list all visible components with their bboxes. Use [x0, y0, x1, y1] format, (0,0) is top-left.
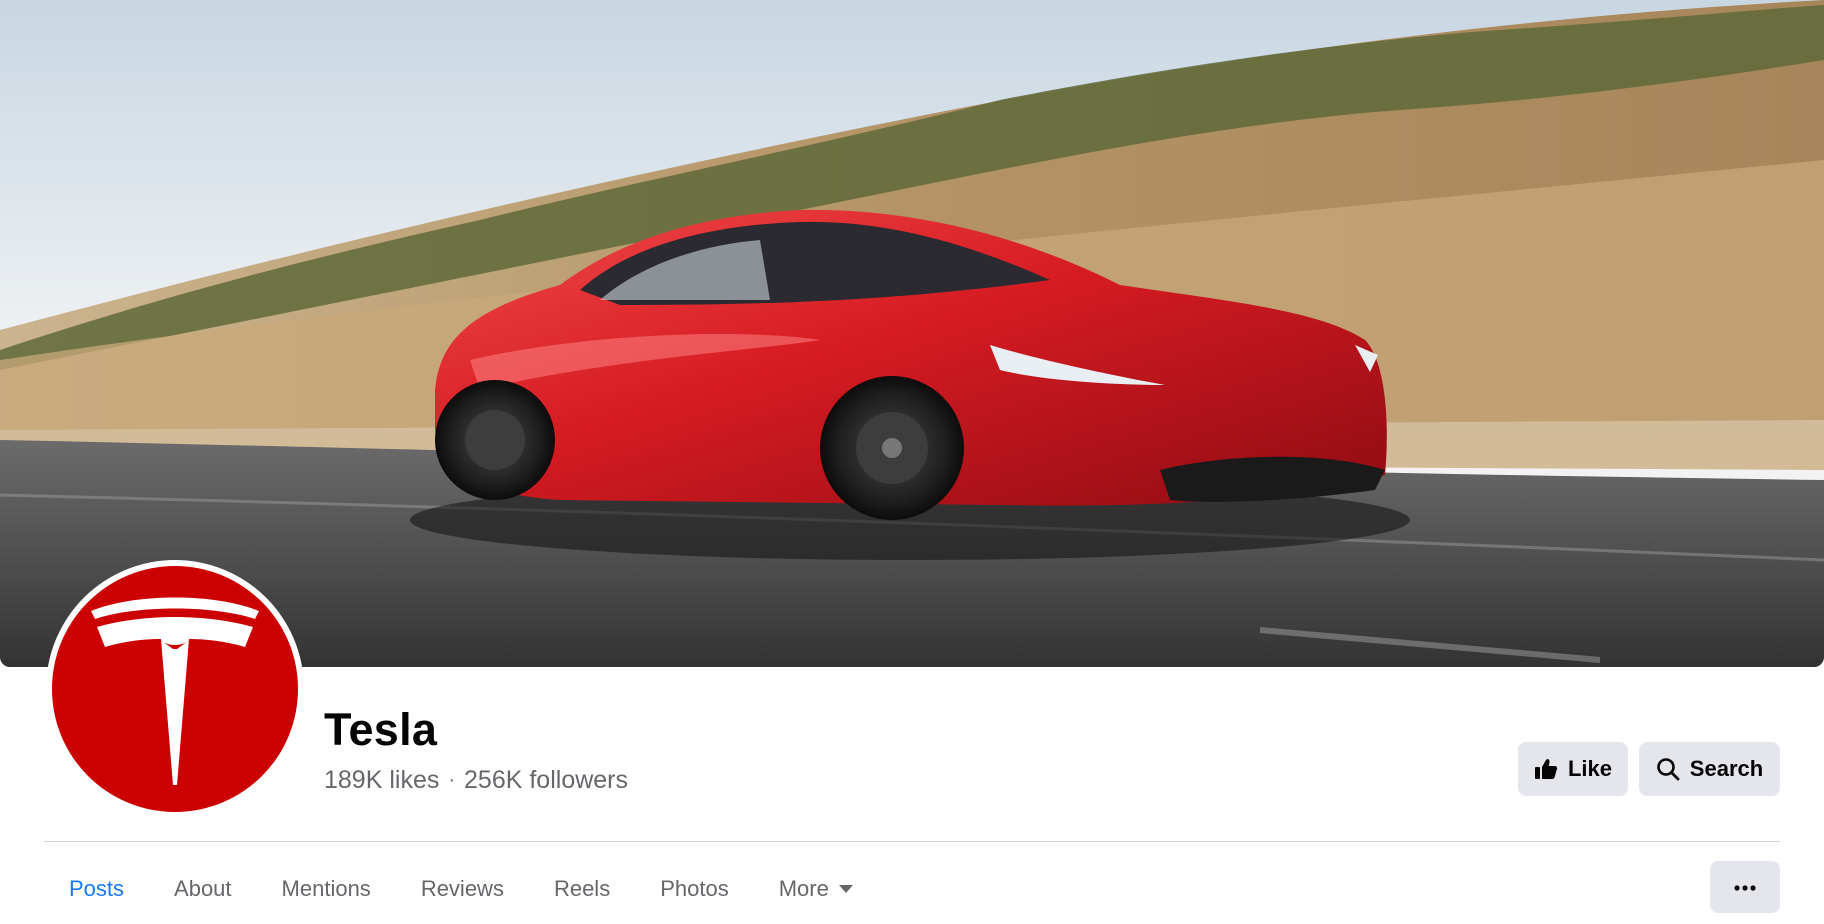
tab-label: Posts — [69, 876, 125, 901]
search-button[interactable]: Search — [1639, 742, 1780, 796]
tab-label: Reels — [553, 876, 611, 901]
followers-count[interactable]: 256K followers — [464, 766, 628, 795]
tesla-logo-avatar — [52, 566, 298, 812]
page-stats: 189K likes · 256K followers — [324, 766, 628, 795]
tab-more[interactable]: More — [754, 860, 878, 918]
like-button[interactable]: Like — [1518, 742, 1628, 796]
thumbs-up-icon — [1534, 757, 1558, 781]
more-options-button[interactable] — [1710, 861, 1780, 913]
tab-label: More — [778, 876, 829, 901]
profile-divider — [44, 841, 1780, 842]
profile-picture[interactable] — [46, 560, 304, 818]
caret-down-icon — [838, 885, 853, 893]
like-button-label: Like — [1567, 756, 1613, 781]
tab-label: Reviews — [420, 876, 504, 901]
tab-posts[interactable]: Posts — [44, 860, 149, 918]
page-title: Tesla — [324, 704, 438, 755]
ellipsis-icon — [1734, 878, 1756, 896]
tab-photos[interactable]: Photos — [635, 860, 754, 918]
cover-image — [0, 0, 1824, 667]
tab-label: About — [174, 876, 232, 901]
tesla-logo-icon — [91, 597, 259, 785]
tab-label: Photos — [660, 876, 729, 901]
tab-mentions[interactable]: Mentions — [257, 860, 396, 918]
stats-separator: · — [448, 769, 456, 791]
tab-reviews[interactable]: Reviews — [396, 860, 529, 918]
search-button-label: Search — [1689, 756, 1764, 781]
tab-label: Mentions — [281, 876, 371, 901]
search-icon — [1656, 757, 1680, 781]
likes-count[interactable]: 189K likes — [324, 766, 439, 795]
tab-reels[interactable]: Reels — [529, 860, 635, 918]
tab-about[interactable]: About — [149, 860, 257, 918]
profile-tabs: Posts About Mentions Reviews Reels Photo… — [44, 860, 878, 918]
cover-photo[interactable] — [0, 0, 1824, 667]
